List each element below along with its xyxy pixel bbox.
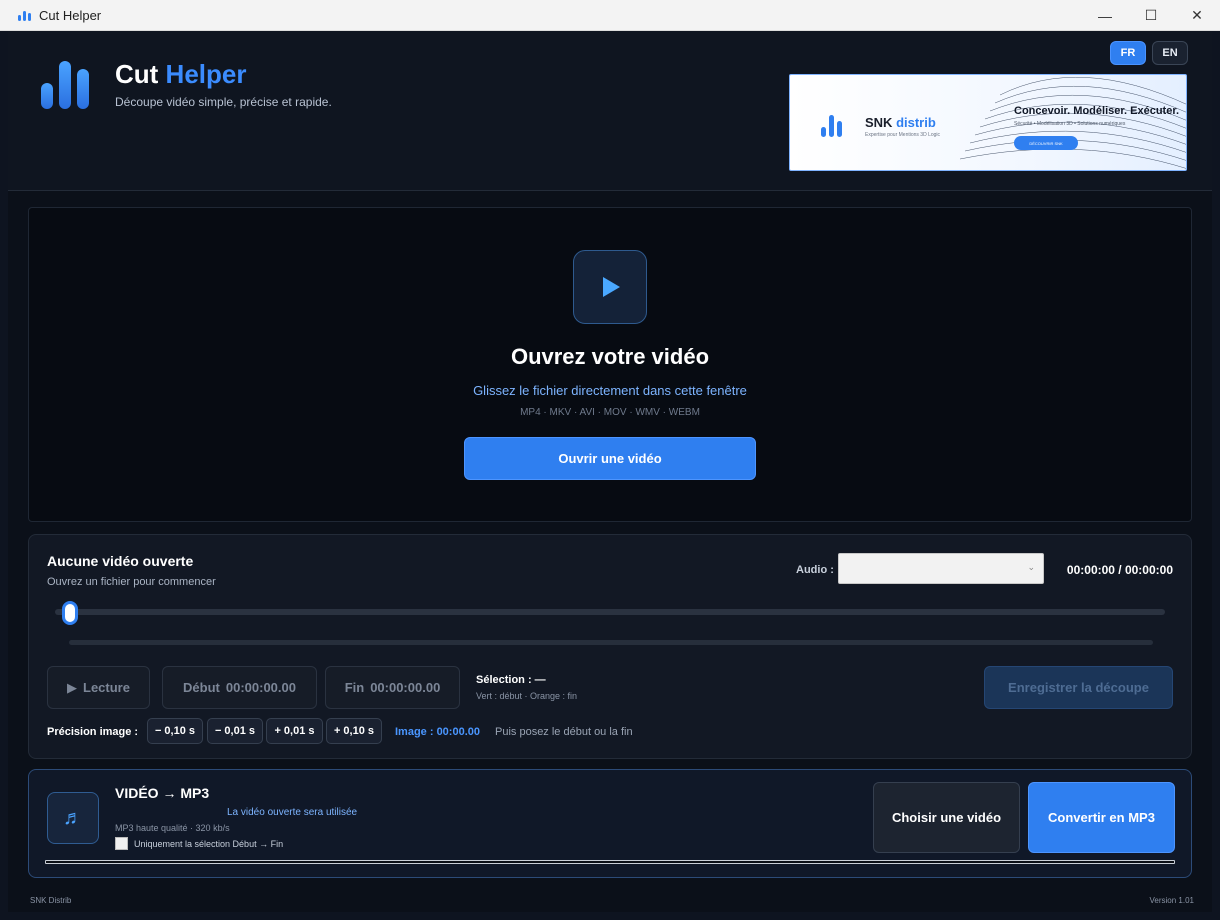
banner-brand: SNK distrib <box>865 115 936 130</box>
current-frame-time: Image : 00:00.00 <box>395 726 480 738</box>
mp3-panel-title: VIDÉO → MP3 <box>115 785 210 801</box>
window-titlebar: Cut Helper — ☐ ✕ <box>0 0 1220 31</box>
end-label: Fin <box>344 680 365 695</box>
convert-mp3-button[interactable]: Convertir en MP3 <box>1028 782 1175 853</box>
timecode-display: 00:00:00 / 00:00:00 <box>1066 563 1173 577</box>
app-logo-icon <box>41 59 89 109</box>
app-header: Cut Helper Découpe vidéo simple, précise… <box>8 31 1212 191</box>
maximize-button[interactable]: ☐ <box>1128 0 1174 31</box>
selection-only-label: Uniquement la sélection Début → Fin <box>134 838 284 849</box>
language-en-button[interactable]: EN <box>1152 41 1188 65</box>
brand-title-accent: Helper <box>165 59 247 89</box>
selection-range-bar <box>69 640 1153 645</box>
start-time: 00:00:00.00 <box>225 680 296 695</box>
language-fr-button[interactable]: FR <box>1110 41 1146 65</box>
window-title: Cut Helper <box>39 7 102 23</box>
open-video-button[interactable]: Ouvrir une vidéo <box>464 437 756 480</box>
audio-track-select[interactable]: ⌄ <box>838 553 1044 584</box>
end-time: 00:00:00.00 <box>370 680 441 695</box>
video-status-title: Aucune vidéo ouverte <box>47 553 194 569</box>
save-cut-button[interactable]: Enregistrer la découpe <box>984 666 1173 709</box>
play-icon: ▶ <box>67 679 78 695</box>
banner-services: Sécurité • Modélisation 3D • Solutions n… <box>1014 121 1126 127</box>
frame-precision-label: Précision image : <box>47 726 139 738</box>
set-end-button[interactable]: Fin 00:00:00.00 <box>325 666 460 709</box>
mp3-progress-bar <box>45 860 1175 864</box>
footer-version: Version 1.01 <box>1149 896 1194 905</box>
selection-only-checkbox[interactable]: Uniquement la sélection Début → Fin <box>115 837 283 850</box>
drop-zone-subtitle: Glissez le fichier directement dans cett… <box>473 383 747 398</box>
step-plus-0-10-button[interactable]: + 0,10 s <box>326 718 382 744</box>
selection-hint: Vert : début · Orange : fin <box>476 691 578 701</box>
start-label: Début <box>183 680 220 695</box>
music-note-icon: ♬ <box>47 792 99 844</box>
mp3-converter-panel: ♬ VIDÉO → MP3 La vidéo ouverte sera util… <box>28 769 1192 878</box>
selection-label: Sélection : — <box>476 674 546 686</box>
brand-title-main: Cut <box>115 59 166 89</box>
minimize-button[interactable]: — <box>1082 0 1128 31</box>
video-status-subtitle: Ouvrez un fichier pour commencer <box>47 576 216 588</box>
choose-video-button[interactable]: Choisir une vidéo <box>873 782 1020 853</box>
app-window: Cut Helper Découpe vidéo simple, précise… <box>8 31 1212 912</box>
timeline-playhead-handle[interactable] <box>62 601 78 625</box>
brand-title: Cut Helper <box>115 59 246 90</box>
banner-headline: Concevoir. Modéliser. Exécuter. <box>1014 105 1180 117</box>
footer-company: SNK Distrib <box>30 896 72 905</box>
chevron-down-icon: ⌄ <box>1027 562 1035 572</box>
drop-zone-title: Ouvrez votre vidéo <box>510 344 710 369</box>
banner-brand-subtitle: Expertise pour Mentions 3D Logic <box>865 132 941 138</box>
app-logo-icon <box>18 9 31 21</box>
banner-brand-accent: distrib <box>896 115 936 130</box>
frame-hint: Puis posez le début ou la fin <box>495 726 633 738</box>
set-start-button[interactable]: Début 00:00:00.00 <box>162 666 317 709</box>
close-button[interactable]: ✕ <box>1174 0 1220 31</box>
step-plus-0-01-button[interactable]: + 0,01 s <box>266 718 323 744</box>
step-minus-0-01-button[interactable]: − 0,01 s <box>207 718 263 744</box>
video-drop-zone[interactable]: Ouvrez votre vidéo Glissez le fichier di… <box>28 207 1192 522</box>
tagline: Découpe vidéo simple, précise et rapide. <box>115 95 332 109</box>
banner-cta-button[interactable]: DÉCOUVRIR SNK <box>1014 136 1078 150</box>
audio-track-label: Audio : <box>796 564 834 576</box>
supported-formats: MP4 · MKV · AVI · MOV · WMV · WEBM <box>520 407 700 418</box>
editor-panel: Aucune vidéo ouverte Ouvrez un fichier p… <box>28 534 1192 759</box>
banner-logo-icon <box>821 115 842 137</box>
banner-brand-main: SNK <box>865 115 897 130</box>
mp3-quality-info: MP3 haute qualité · 320 kb/s <box>115 823 230 833</box>
step-minus-0-10-button[interactable]: − 0,10 s <box>147 718 203 744</box>
play-icon <box>573 250 647 324</box>
mp3-source-note: La vidéo ouverte sera utilisée <box>227 807 358 818</box>
checkbox-box[interactable] <box>115 837 128 850</box>
sponsor-banner[interactable]: SNK distrib Expertise pour Mentions 3D L… <box>789 74 1187 171</box>
play-button-label: Lecture <box>83 680 130 695</box>
play-button[interactable]: ▶ Lecture <box>47 666 150 709</box>
timeline-slider[interactable] <box>55 609 1165 615</box>
